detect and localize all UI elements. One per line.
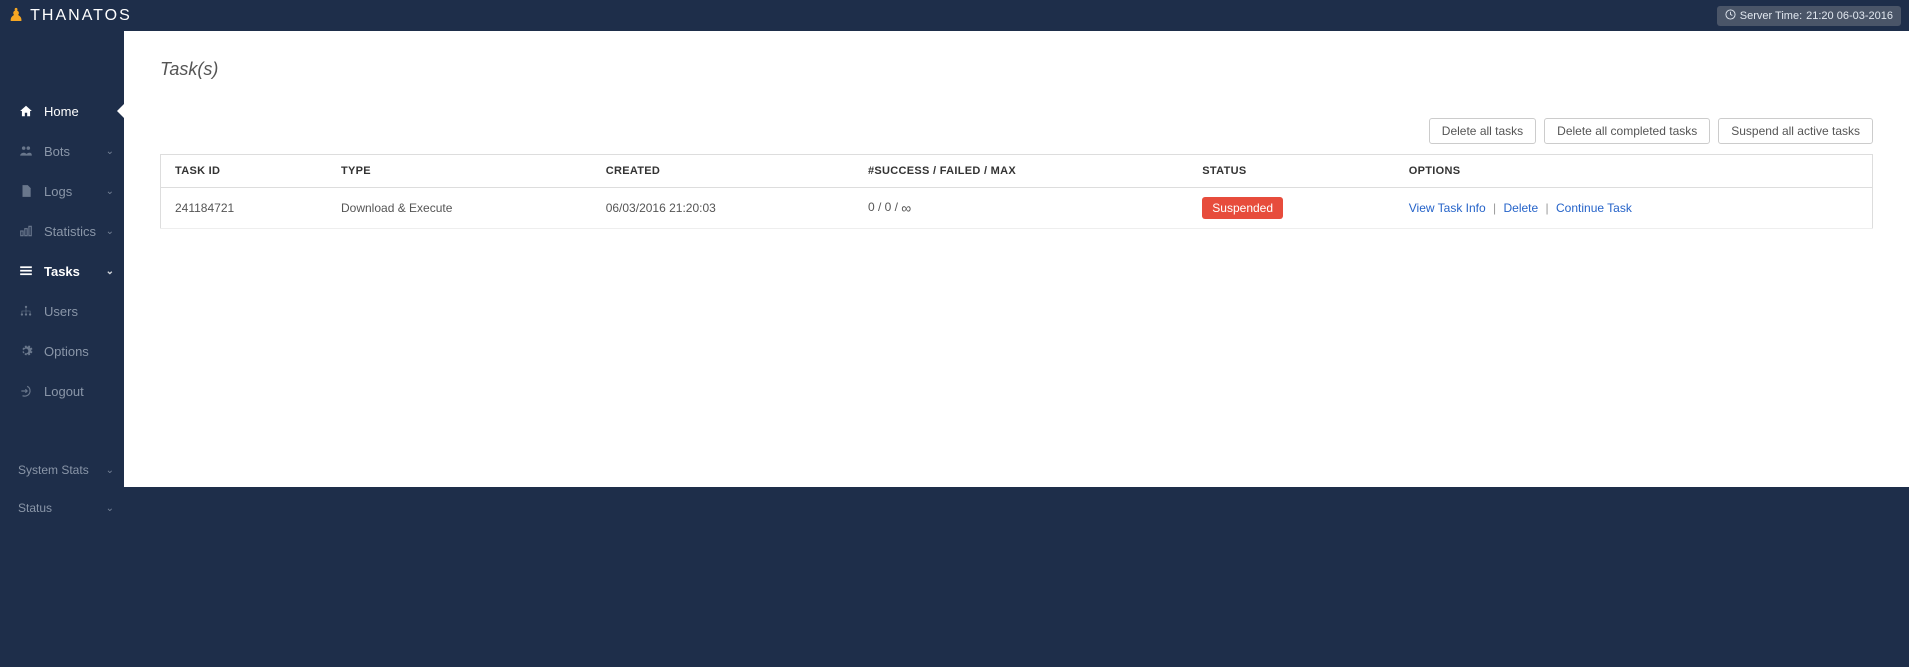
table-row: 241184721 Download & Execute 06/03/2016 … xyxy=(161,188,1873,229)
main-content: Task(s) Delete all tasks Delete all comp… xyxy=(124,31,1909,487)
chart-icon xyxy=(18,223,34,239)
chevron-down-icon: ⌄ xyxy=(106,503,114,514)
sidebar-item-home[interactable]: Home xyxy=(0,91,124,131)
tasks-icon xyxy=(18,263,34,279)
delete-all-tasks-button[interactable]: Delete all tasks xyxy=(1429,118,1536,144)
sidebar-item-label: Options xyxy=(44,344,114,359)
col-type: TYPE xyxy=(327,155,592,188)
cell-type: Download & Execute xyxy=(327,188,592,229)
chevron-down-icon: ⌄ xyxy=(106,226,114,237)
sidebar-item-label: Users xyxy=(44,304,114,319)
continue-task-link[interactable]: Continue Task xyxy=(1556,201,1632,215)
delete-task-link[interactable]: Delete xyxy=(1504,201,1539,215)
server-time-badge: Server Time: 21:20 06-03-2016 xyxy=(1717,6,1901,26)
server-time-label: Server Time: xyxy=(1740,10,1802,22)
sidebar-item-bots[interactable]: Bots ⌄ xyxy=(0,131,124,171)
chevron-down-icon: ⌄ xyxy=(106,465,114,476)
chevron-down-icon: ⌄ xyxy=(106,266,114,277)
action-bar: Delete all tasks Delete all completed ta… xyxy=(160,118,1873,144)
sidebar-item-users[interactable]: Users xyxy=(0,291,124,331)
sidebar-item-label: Bots xyxy=(44,144,106,159)
col-options: OPTIONS xyxy=(1395,155,1873,188)
separator: | xyxy=(1489,201,1500,215)
infinity-icon: ∞ xyxy=(901,200,911,216)
cell-status: Suspended xyxy=(1188,188,1394,229)
view-task-link[interactable]: View Task Info xyxy=(1409,201,1486,215)
sidebar-item-label: Home xyxy=(44,104,114,119)
col-counts: #SUCCESS / FAILED / MAX xyxy=(854,155,1188,188)
sidebar-item-label: System Stats xyxy=(18,463,106,477)
tasks-table: TASK ID TYPE CREATED #SUCCESS / FAILED /… xyxy=(160,154,1873,229)
sidebar-item-system-stats[interactable]: System Stats ⌄ xyxy=(0,451,124,489)
chevron-down-icon: ⌄ xyxy=(106,146,114,157)
sidebar-item-logout[interactable]: Logout xyxy=(0,371,124,411)
col-status: STATUS xyxy=(1188,155,1394,188)
sitemap-icon xyxy=(18,303,34,319)
gear-icon xyxy=(18,343,34,359)
sidebar-item-label: Statistics xyxy=(44,224,106,239)
col-created: CREATED xyxy=(592,155,854,188)
sidebar-item-status[interactable]: Status ⌄ xyxy=(0,489,124,527)
sidebar-item-statistics[interactable]: Statistics ⌄ xyxy=(0,211,124,251)
logo-icon: ♟ xyxy=(8,5,26,26)
table-header-row: TASK ID TYPE CREATED #SUCCESS / FAILED /… xyxy=(161,155,1873,188)
logout-icon xyxy=(18,383,34,399)
cell-counts: 0 / 0 / ∞ xyxy=(854,188,1188,229)
clock-icon xyxy=(1725,9,1736,23)
cell-options: View Task Info | Delete | Continue Task xyxy=(1395,188,1873,229)
server-time-value: 21:20 06-03-2016 xyxy=(1806,10,1893,22)
file-icon xyxy=(18,183,34,199)
sidebar-item-label: Logout xyxy=(44,384,114,399)
users-icon xyxy=(18,143,34,159)
home-icon xyxy=(18,103,34,119)
sidebar-item-logs[interactable]: Logs ⌄ xyxy=(0,171,124,211)
sidebar-item-label: Status xyxy=(18,501,106,515)
logo-text: THANATOS xyxy=(30,7,132,25)
separator: | xyxy=(1542,201,1553,215)
topbar: ♟ THANATOS Server Time: 21:20 06-03-2016 xyxy=(0,0,1909,31)
col-task-id: TASK ID xyxy=(161,155,328,188)
sidebar-item-label: Tasks xyxy=(44,264,106,279)
delete-completed-tasks-button[interactable]: Delete all completed tasks xyxy=(1544,118,1710,144)
page-title: Task(s) xyxy=(160,59,1873,80)
sidebar-item-label: Logs xyxy=(44,184,106,199)
sidebar-item-tasks[interactable]: Tasks ⌄ xyxy=(0,251,124,291)
sidebar-item-options[interactable]: Options xyxy=(0,331,124,371)
app-logo: ♟ THANATOS xyxy=(8,5,132,26)
chevron-down-icon: ⌄ xyxy=(106,186,114,197)
status-badge: Suspended xyxy=(1202,197,1283,219)
cell-created: 06/03/2016 21:20:03 xyxy=(592,188,854,229)
suspend-active-tasks-button[interactable]: Suspend all active tasks xyxy=(1718,118,1873,144)
sidebar: Home Bots ⌄ Logs ⌄ Statistics ⌄ xyxy=(0,31,124,667)
cell-task-id: 241184721 xyxy=(161,188,328,229)
